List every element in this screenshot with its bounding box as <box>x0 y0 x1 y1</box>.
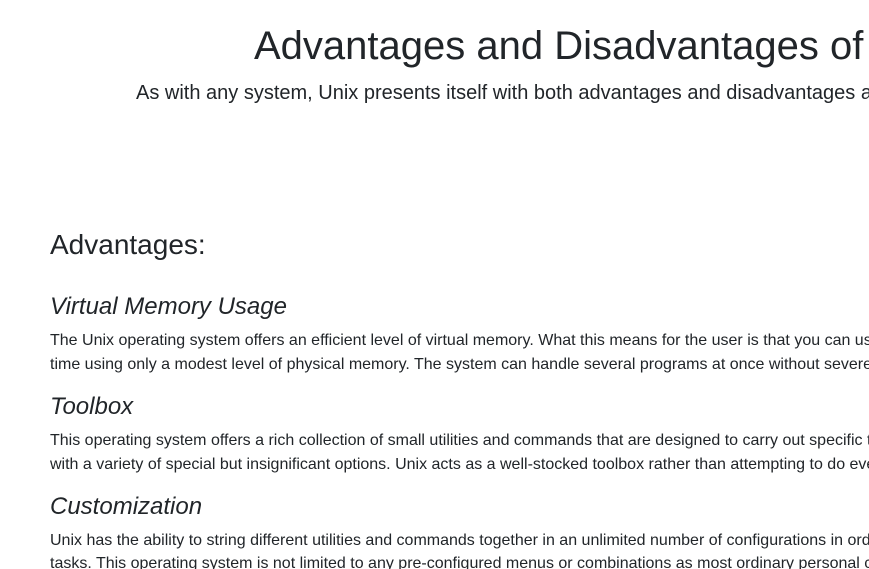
paragraph-line: tasks. This operating system is not limi… <box>50 555 869 569</box>
page: Advantages and Disadvantages of As with … <box>0 0 869 569</box>
item-heading-toolbox: Toolbox <box>50 393 134 420</box>
page-subtitle: As with any system, Unix presents itself… <box>136 82 869 104</box>
paragraph-line: time using only a modest level of physic… <box>50 356 869 373</box>
paragraph-line: This operating system offers a rich coll… <box>50 432 869 449</box>
paragraph-line: Unix has the ability to string different… <box>50 532 869 549</box>
section-heading-advantages: Advantages: <box>50 229 206 260</box>
item-heading-virtual-memory-usage: Virtual Memory Usage <box>50 293 287 320</box>
item-heading-customization: Customization <box>50 493 203 520</box>
paragraph-line: with a variety of special but insignific… <box>50 456 869 473</box>
page-title: Advantages and Disadvantages of <box>254 24 864 68</box>
paragraph-line: The Unix operating system offers an effi… <box>50 332 869 349</box>
